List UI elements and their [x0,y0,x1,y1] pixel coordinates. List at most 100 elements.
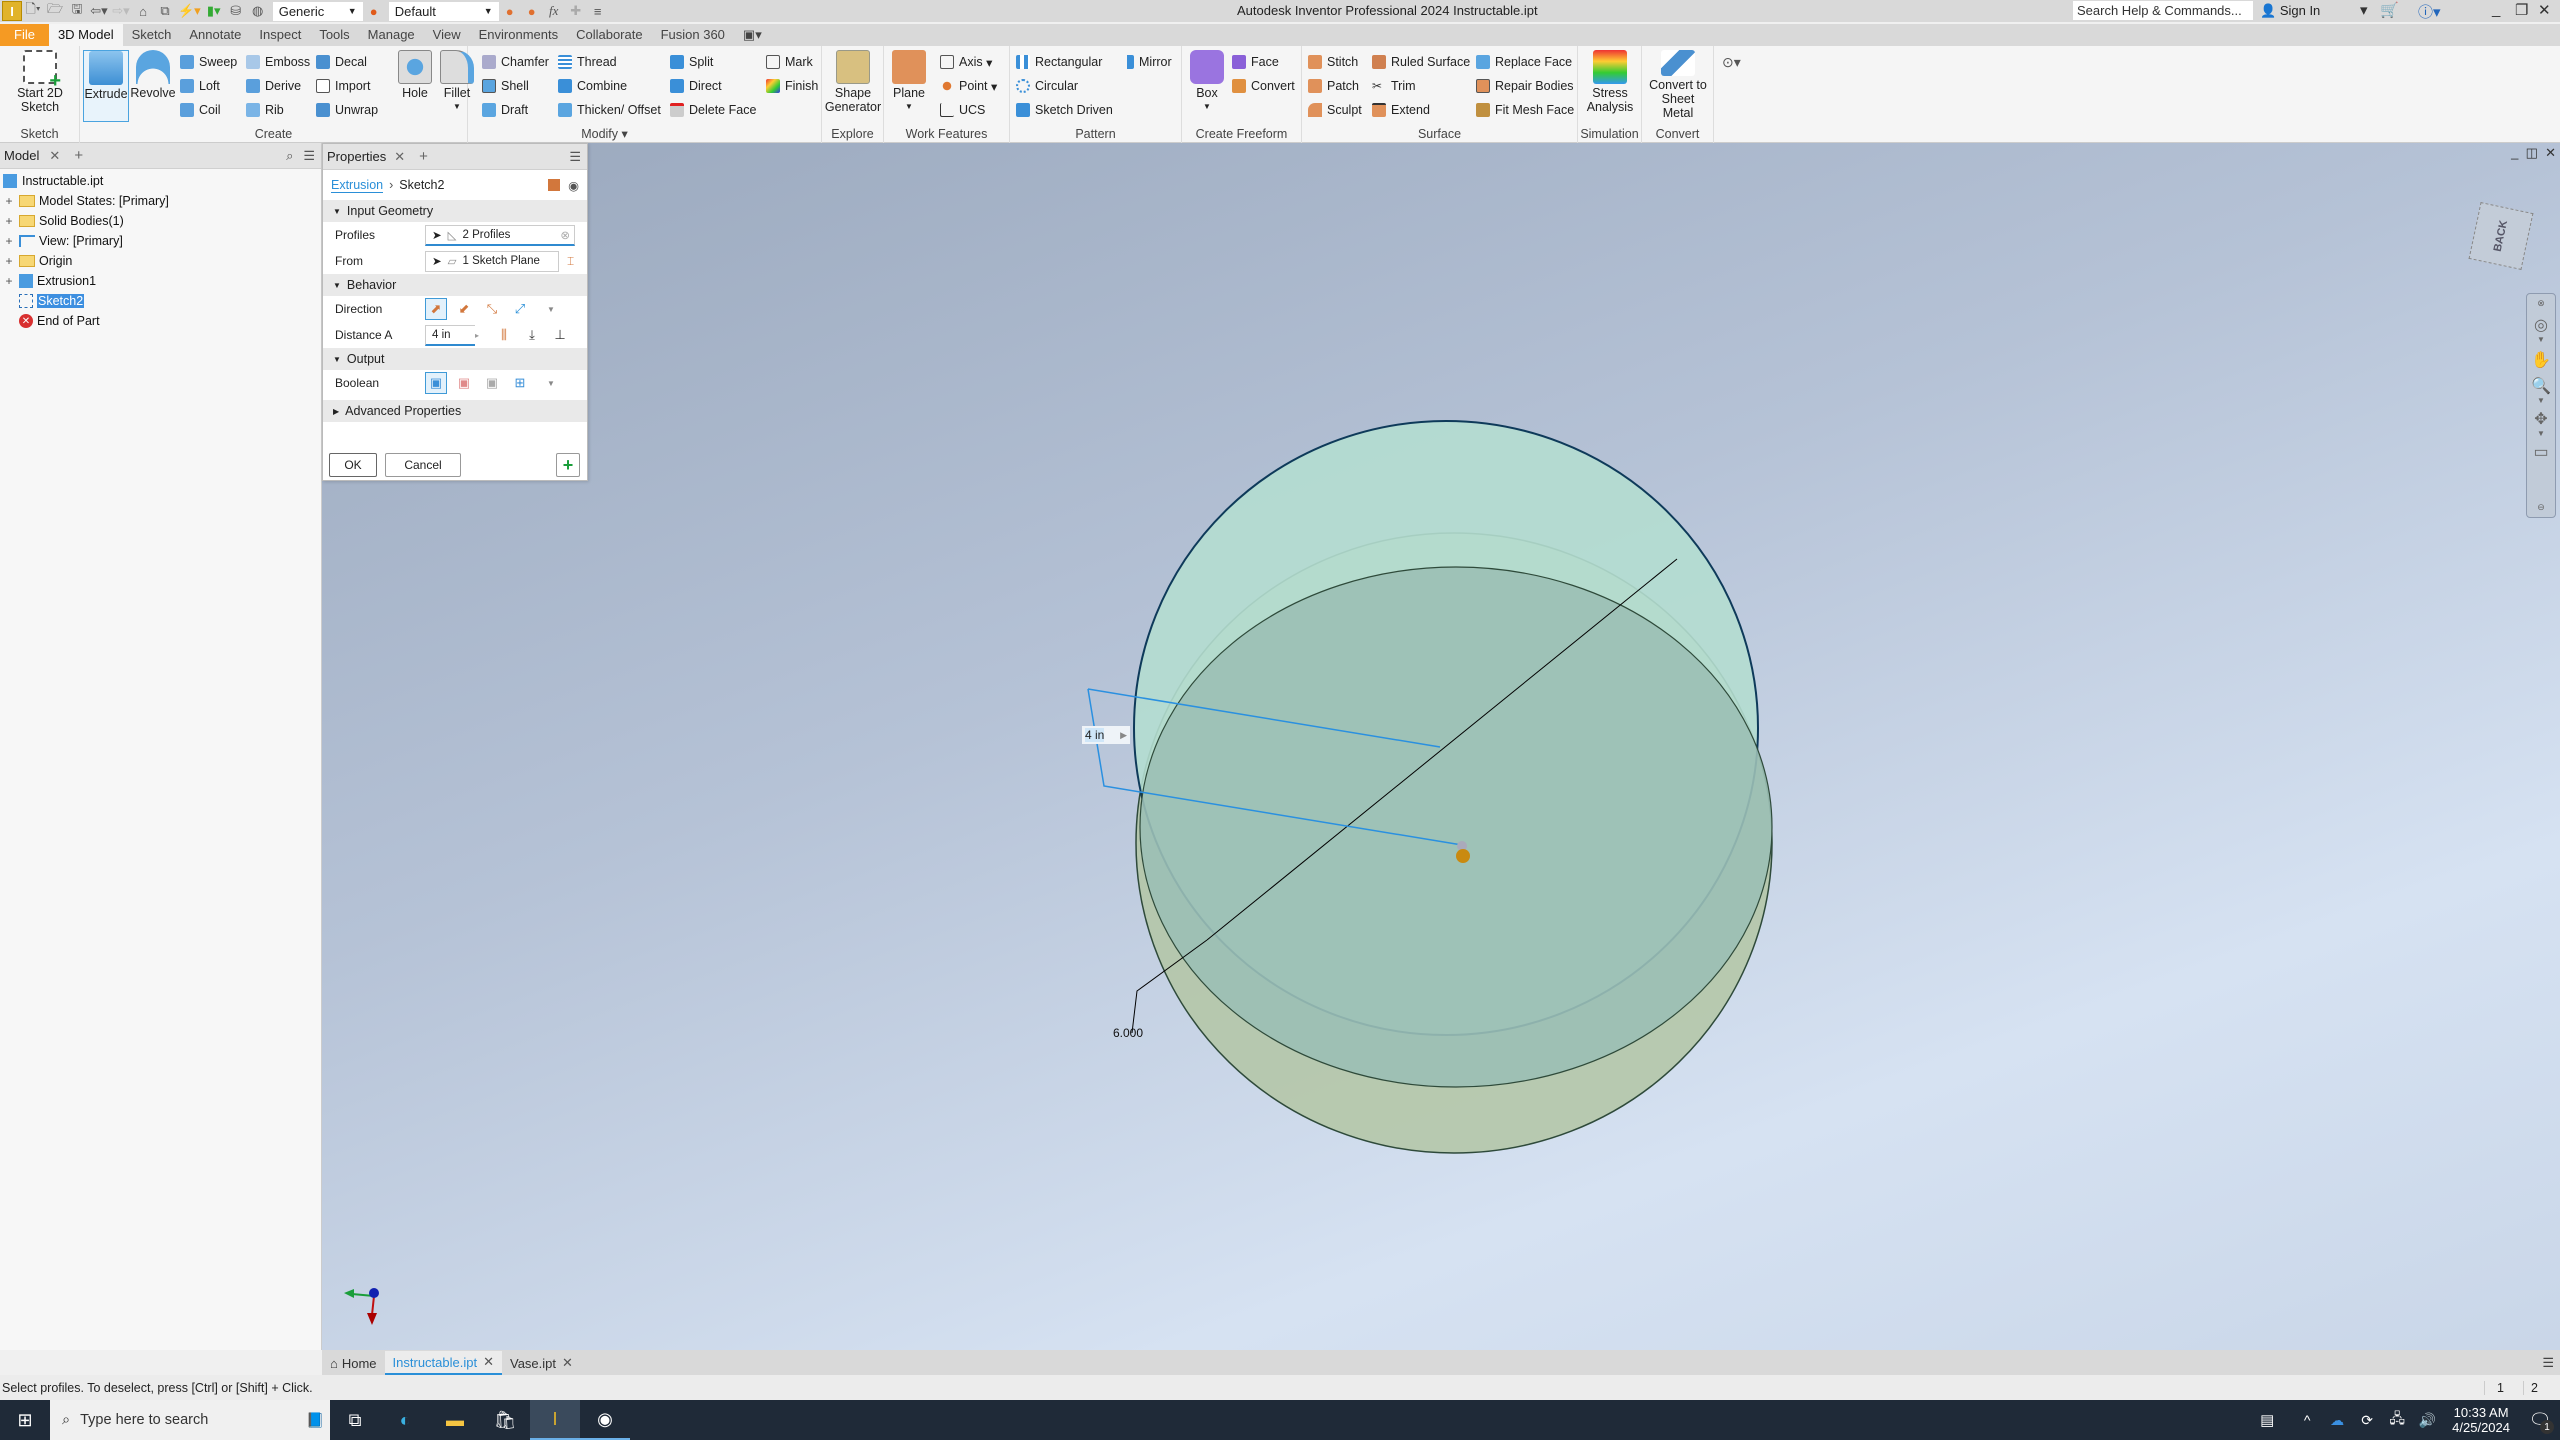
thicken-offset-button[interactable]: Thicken/ Offset [558,100,661,120]
doc-tab-home[interactable]: ⌂ Home [322,1351,385,1375]
tab-sketch[interactable]: Sketch [123,24,181,46]
circular-pattern-button[interactable]: Circular [1016,76,1078,96]
pan-icon[interactable]: ✋ [2531,350,2551,370]
replace-face-button[interactable]: Replace Face [1476,52,1572,72]
tab-model[interactable]: Model [4,148,39,163]
rectangular-pattern-button[interactable]: Rectangular [1016,52,1102,72]
restore-icon[interactable]: ❐ [2515,1,2528,19]
fillet-dropdown-icon[interactable]: ▼ [453,100,461,114]
direction-asymmetric-button[interactable]: ⤢ [509,298,531,320]
help-search-input[interactable]: Search Help & Commands... [2073,1,2253,20]
expand-arrow-icon[interactable]: ▶ [1120,730,1130,741]
menu-icon[interactable]: ☰ [303,148,315,164]
tab-3d-model[interactable]: 3D Model [48,24,123,46]
orbit-icon[interactable]: ✥ [2534,409,2547,429]
distance-a-input[interactable]: 4 in [425,324,475,346]
section-behavior[interactable]: ▼ Behavior [323,274,587,296]
edge-icon[interactable]: ◐ [380,1400,430,1440]
clear-appearance-icon[interactable]: ● [523,1,541,21]
draft-button[interactable]: Draft [482,100,528,120]
clock[interactable]: 10:33 AM 4/25/2024 [2452,1405,2510,1435]
delete-face-button[interactable]: Delete Face [670,100,756,120]
tab-collaborate[interactable]: Collaborate [567,24,652,46]
face-button[interactable]: Face [1232,52,1279,72]
task-view-icon[interactable]: ⧉ [330,1400,380,1440]
distance-expand-icon[interactable]: ▸ [475,331,489,340]
boolean-new-solid-button[interactable]: ⊞ [509,372,531,394]
tab-file[interactable]: File [0,24,49,46]
split-button[interactable]: Split [670,52,713,72]
tab-properties[interactable]: Properties [327,149,386,164]
minimize-icon[interactable]: _ [2492,1,2500,18]
show-hidden-icons[interactable]: ^ [2292,1400,2322,1440]
plane-button[interactable]: Plane ▼ [886,50,932,120]
add-panel-tab-icon[interactable]: + [419,148,428,165]
direction-symmetric-button[interactable]: ⤡ [481,298,503,320]
graphics-viewport[interactable]: 4 in ▶ 6.000 BACK _ ◫ ✕ ⊗ ◎ ▼ ✋ 🔍 ▼ ✥ ▼ … [322,143,2560,1350]
redo-icon[interactable]: ⇨▾ [112,1,130,21]
expand-icon[interactable]: + [3,274,15,288]
boolean-dropdown-icon[interactable]: ▼ [547,379,555,388]
distance-drag-handle[interactable] [1456,849,1470,863]
tab-tools[interactable]: Tools [310,24,358,46]
select-icon[interactable]: ▮▾ [205,1,223,21]
expand-icon[interactable]: + [3,214,15,228]
extrude-button[interactable]: Extrude [83,50,129,122]
doc-tab-vase[interactable]: Vase.ipt ✕ [502,1351,581,1375]
look-at-icon[interactable]: ▭ [2533,442,2548,462]
properties-menu-icon[interactable]: ☰ [569,149,581,165]
viewport-minimize-icon[interactable]: _ [2511,145,2518,160]
viewport-close-icon[interactable]: ✕ [2545,145,2556,160]
nav-bar-close-icon[interactable]: ⊗ [2537,298,2545,309]
open-file-icon[interactable]: 🗁 [46,1,64,21]
add-browser-tab-icon[interactable]: + [74,147,83,164]
diameter-dimension-label[interactable]: 6.000 [1113,1026,1143,1040]
patch-button[interactable]: Patch [1308,76,1359,96]
tab-annotate[interactable]: Annotate [180,24,250,46]
chrome-icon[interactable]: ◉ [580,1400,630,1440]
tree-item-extrusion1[interactable]: + Extrusion1 [3,271,96,291]
tree-item-end-of-part[interactable]: ✕ End of Part [19,311,100,331]
canvas-distance-input[interactable]: 4 in ▶ [1082,726,1130,744]
taskbar-search[interactable]: ⌕ Type here to search 📘 [50,1400,330,1440]
inventor-logo[interactable]: I [2,1,22,21]
windows-start-icon[interactable]: ⊞ [0,1400,50,1440]
import-button[interactable]: Import [316,76,370,96]
direction-flipped-button[interactable]: ⬋ [453,298,475,320]
sculpt-button[interactable]: Sculpt [1308,100,1362,120]
breadcrumb-extrusion[interactable]: Extrusion [331,178,384,193]
expand-icon[interactable]: + [3,254,15,268]
tree-item-model-states[interactable]: + Model States: [Primary] [3,191,168,211]
appearance-color-icon[interactable]: ● [365,1,383,21]
ucs-button[interactable]: UCS [940,100,985,120]
network-icon[interactable]: 🖧 [2382,1400,2412,1440]
notifications-icon[interactable]: 🗨 1 [2520,1400,2560,1440]
news-widget-icon[interactable]: ▤ [2242,1400,2292,1440]
sketch-driven-pattern-button[interactable]: Sketch Driven [1016,100,1113,120]
close-icon[interactable]: ✕ [2538,1,2551,19]
inner-profile-circle[interactable] [1139,566,1773,1088]
close-browser-icon[interactable]: ✕ [49,148,60,164]
ribbon-more-icon[interactable]: ⊙▾ [1722,54,1741,71]
doc-tab-instructable[interactable]: Instructable.ipt ✕ [384,1351,502,1375]
hole-button[interactable]: Hole [392,50,438,120]
section-input-geometry[interactable]: ▼ Input Geometry [323,200,587,222]
viewport-tile-icon[interactable]: ◫ [2526,145,2538,160]
from-extents-icon[interactable]: ⌶ [567,254,574,269]
tree-item-root[interactable]: Instructable.ipt [3,171,103,191]
help-icon[interactable]: ⓘ▾ [2418,1,2441,22]
close-tab-icon[interactable]: ✕ [562,1355,573,1371]
tab-manage[interactable]: Manage [359,24,424,46]
trim-button[interactable]: ✂ Trim [1372,76,1416,96]
feature-preview-icon[interactable] [548,179,561,191]
loft-button[interactable]: Loft [180,76,220,96]
store-icon[interactable]: 🛍 [480,1400,530,1440]
panel-label-modify[interactable]: Modify ▾ [388,126,821,141]
expand-icon[interactable]: + [3,234,15,248]
from-selector[interactable]: ➤ ▱ 1 Sketch Plane [425,250,559,272]
stitch-button[interactable]: Stitch [1308,52,1358,72]
fillet-button[interactable]: Fillet ▼ [434,50,480,120]
direction-default-button[interactable]: ⬈ [425,298,447,320]
axis-button[interactable]: Axis ▾ [940,52,992,72]
projects-icon[interactable]: ⧉ [156,1,174,21]
